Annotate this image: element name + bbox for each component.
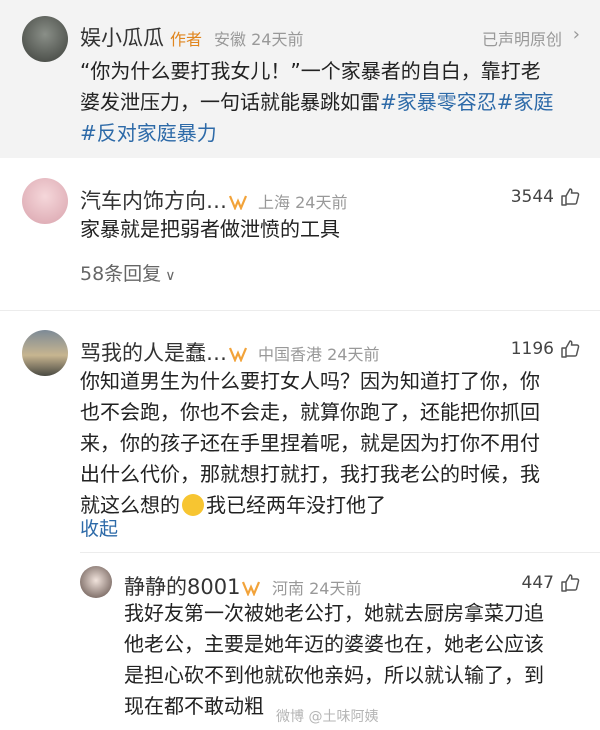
commenter-avatar[interactable]: [22, 330, 68, 376]
comment-meta: 上海 24天前: [258, 193, 348, 212]
collapse-link[interactable]: 收起: [80, 514, 118, 541]
commenter-avatar[interactable]: [22, 178, 68, 224]
comment-line: 你知道男生为什么要打女人吗？因为知道打了你，你: [80, 369, 540, 393]
vip-icon: [229, 347, 247, 362]
hashtag[interactable]: #家庭: [497, 90, 554, 114]
chevron-right-icon[interactable]: ›: [573, 24, 580, 45]
hashtag[interactable]: #反对家庭暴力: [80, 121, 217, 145]
divider: [0, 310, 600, 311]
post-header: 娱小瓜瓜 作者 安徽 24天前 已声明原创 › “你为什么要打我女儿！”一个家暴…: [0, 0, 600, 158]
post-line: #反对家庭暴力: [80, 118, 590, 149]
comment-text: 我好友第一次被她老公打，她就去厨房拿菜刀追 他老公，主要是她年迈的婆婆也在，她老…: [124, 598, 590, 722]
like-button[interactable]: 447: [522, 573, 580, 593]
thumbs-up-icon: [561, 574, 580, 592]
comment-line: 是担心砍不到他就砍他亲妈，所以就认输了，到: [124, 663, 544, 687]
comment-line: 我好友第一次被她老公打，她就去厨房拿菜刀追: [124, 601, 544, 625]
divider: [80, 552, 600, 553]
vip-icon: [242, 581, 261, 596]
post-line: “你为什么要打我女儿！”一个家暴者的自白，靠打老: [80, 59, 541, 83]
like-button[interactable]: 1196: [511, 339, 580, 359]
crying-emoji-icon: [182, 494, 204, 516]
vip-icon: [229, 195, 247, 210]
comment-line: 也不会跑，你也不会走，就算你跑了，还能把你抓回: [80, 400, 540, 424]
comment-text: 家暴就是把弱者做泄愤的工具: [80, 217, 340, 241]
commenter-avatar[interactable]: [80, 566, 112, 598]
commenter-name[interactable]: 汽车内饰方向…: [80, 185, 251, 215]
comment-line: 来，你的孩子还在手里捏着呢，就是因为打你不用付: [80, 431, 540, 455]
author-name[interactable]: 娱小瓜瓜: [80, 22, 164, 52]
like-button[interactable]: 3544: [511, 187, 580, 207]
chevron-down-icon: ∨: [165, 268, 176, 284]
comment-text: 你知道男生为什么要打女人吗？因为知道打了你，你 也不会跑，你也不会走，就算你跑了…: [80, 366, 590, 521]
comment-line: 就这么想的 我已经两年没打他了: [80, 493, 386, 517]
comment-line: 他老公，主要是她年迈的婆婆也在，她老公应该: [124, 632, 544, 656]
commenter-name[interactable]: 骂我的人是蠢…: [80, 337, 251, 367]
commenter-name[interactable]: 静静的8001: [124, 571, 264, 601]
like-count: 1196: [510, 339, 554, 359]
thumbs-up-icon: [561, 340, 580, 358]
replies-toggle[interactable]: 58条回复 ∨: [80, 259, 175, 286]
post-location-time: 安徽 24天前: [214, 30, 304, 49]
author-badge: 作者: [170, 30, 203, 49]
like-count: 447: [521, 573, 554, 593]
post-line: 婆发泄压力，一句话就能暴跳如雷#家暴零容忍#家庭: [80, 90, 554, 114]
post-body: “你为什么要打我女儿！”一个家暴者的自白，靠打老 婆发泄压力，一句话就能暴跳如雷…: [80, 56, 590, 149]
comment-meta: 河南 24天前: [272, 579, 362, 598]
watermark: 微博 @土味阿姨: [276, 709, 379, 725]
comment-line: 出什么代价，那就想打就打，我打我老公的时候，我: [80, 462, 540, 486]
comment-meta: 中国香港 24天前: [258, 345, 380, 364]
author-avatar[interactable]: [22, 16, 68, 62]
thumbs-up-icon: [561, 188, 580, 206]
original-notice: 已声明原创: [481, 30, 562, 49]
like-count: 3544: [510, 187, 554, 207]
hashtag[interactable]: #家暴零容忍: [380, 90, 497, 114]
